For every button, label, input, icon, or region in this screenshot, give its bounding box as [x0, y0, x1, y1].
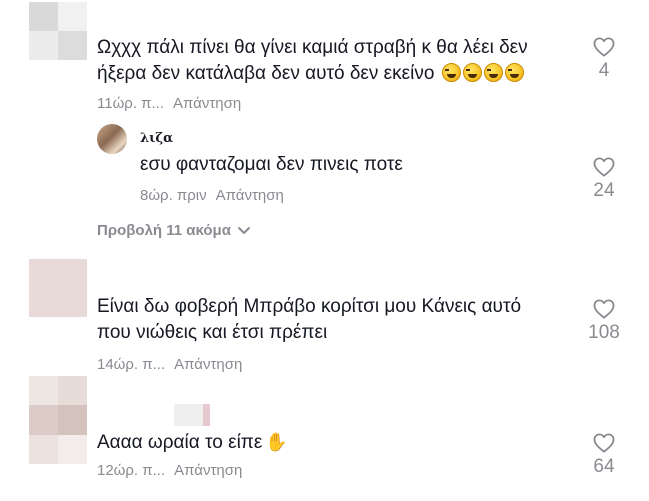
- view-more-replies-button[interactable]: Προβολή 11 ακόμα: [97, 222, 251, 239]
- avatar[interactable]: [97, 124, 127, 154]
- like-button[interactable]: 64: [584, 433, 624, 478]
- reply-button[interactable]: Απάντηση: [173, 95, 241, 112]
- like-button[interactable]: 108: [584, 299, 624, 344]
- comment-time: 8ώρ. πριν: [140, 187, 207, 204]
- avatar[interactable]: [29, 376, 87, 464]
- like-button[interactable]: 4: [584, 37, 624, 82]
- comment-time: 11ώρ. π...: [97, 95, 165, 112]
- comment-meta: 11ώρ. π... Απάντηση: [97, 95, 241, 113]
- reply-button[interactable]: Απάντηση: [216, 187, 284, 204]
- like-count: 4: [598, 60, 610, 81]
- comment-text: εσυ φανταζομαι δεν πινεις ποτε: [140, 154, 403, 175]
- comment-meta: 12ώρ. π... Απάντηση: [97, 462, 242, 480]
- heart-icon: [593, 157, 615, 177]
- comment-username[interactable]: λιζα: [140, 131, 173, 146]
- avatar[interactable]: [29, 259, 87, 317]
- like-count: 108: [588, 322, 620, 343]
- comments-panel: Ωχχχ πάλι πίνει θα γίνει καμιά στραβή κ …: [0, 0, 649, 501]
- comment-time: 14ώρ. π...: [97, 356, 166, 373]
- rolling-on-floor-laughing-icon: [483, 63, 503, 82]
- clapping-hands-icon: ✋: [265, 432, 288, 452]
- rolling-on-floor-laughing-icon: [441, 63, 461, 82]
- rolling-on-floor-laughing-icon: [504, 63, 524, 82]
- comment-meta: 14ώρ. π... Απάντηση: [97, 356, 242, 374]
- reply-button[interactable]: Απάντηση: [174, 356, 242, 373]
- heart-icon: [593, 37, 615, 57]
- chevron-down-icon: [237, 227, 250, 234]
- heart-icon: [593, 299, 615, 319]
- comment-text: Αααα ωραία το είπε ✋: [97, 429, 288, 456]
- rolling-on-floor-laughing-icon: [462, 63, 482, 82]
- view-more-label: Προβολή 11 ακόμα: [97, 222, 231, 239]
- heart-icon: [593, 433, 615, 453]
- like-button[interactable]: 24: [584, 157, 624, 202]
- comment-text: Είναι δω φοβερή Μπράβο κορίτσι μου Κάνει…: [97, 296, 522, 343]
- reply-button[interactable]: Απάντηση: [174, 462, 242, 479]
- username-redacted: [174, 404, 210, 426]
- comment-time: 12ώρ. π...: [97, 462, 166, 479]
- avatar[interactable]: [29, 2, 87, 60]
- comment-text: Ωχχχ πάλι πίνει θα γίνει καμιά στραβή κ …: [97, 37, 528, 84]
- comment-meta: 8ώρ. πριν Απάντηση: [140, 187, 284, 205]
- like-count: 64: [593, 456, 615, 477]
- like-count: 24: [593, 180, 615, 201]
